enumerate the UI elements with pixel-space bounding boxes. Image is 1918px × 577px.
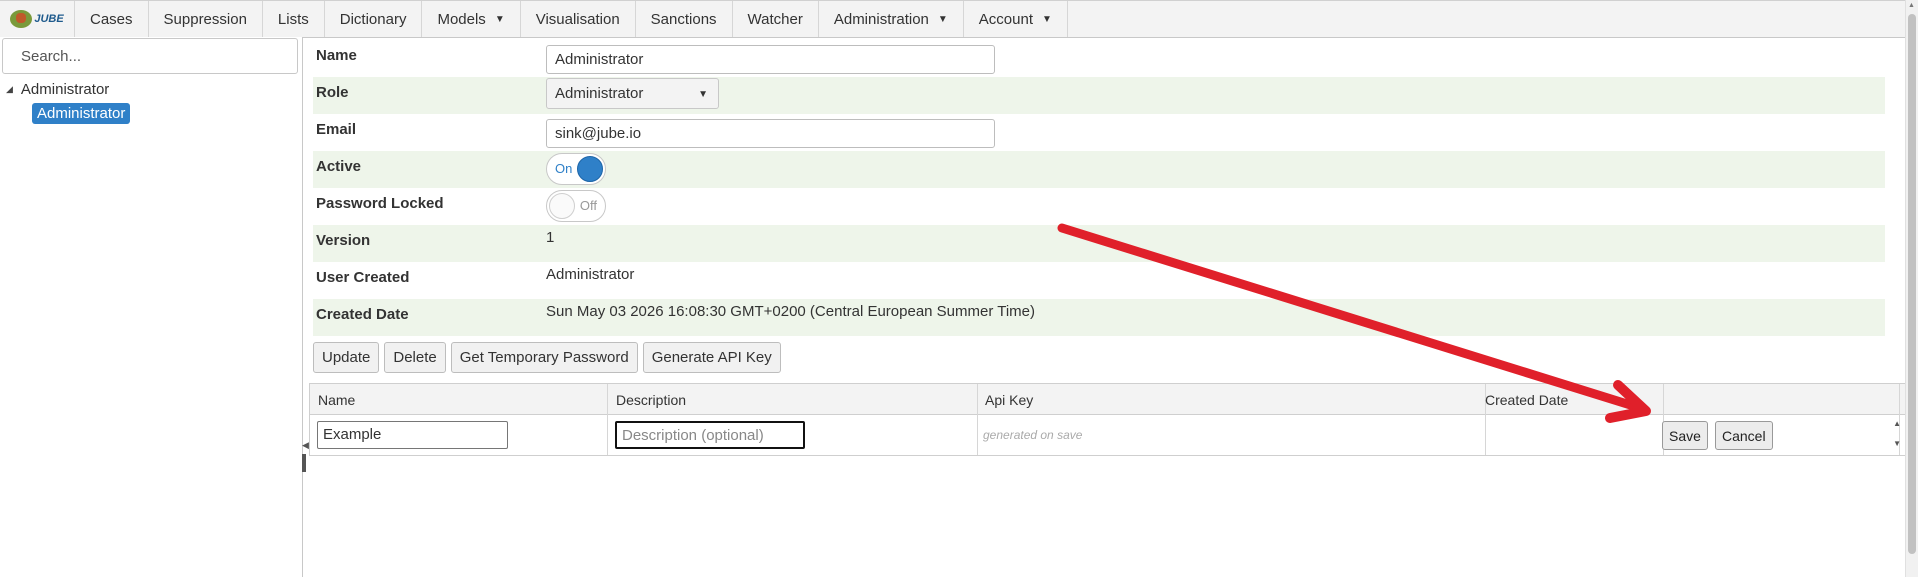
tree-node-parent[interactable]: ◢ Administrator [6,81,109,98]
menu-label: Dictionary [339,10,407,28]
form-row-password-locked: Password Locked Off [313,188,1885,225]
role-value: Administrator [555,85,644,102]
menu-label: Account [978,10,1033,28]
menu-cases[interactable]: Cases [75,1,149,37]
menu-label: Cases [90,10,133,28]
grid-header-name[interactable]: Name [318,392,355,408]
toggle-knob [577,156,603,182]
api-key-grid: Name Description Api Key Created Date Ex… [309,383,1906,456]
delete-button[interactable]: Delete [384,342,446,373]
menu-label: Sanctions [650,10,717,28]
email-label: Email [316,121,357,138]
name-label: Name [316,47,357,64]
page-scrollbar[interactable]: ▲ [1905,0,1918,577]
grid-header-description[interactable]: Description [616,392,686,408]
version-label: Version [316,232,371,249]
user-form: Name Administrator Role Administrator ▼ … [313,40,1885,336]
logo-text: JUBE [34,13,64,25]
left-panel: ◢ Administrator Administrator [0,37,303,577]
menu-account[interactable]: Account ▼ [964,1,1068,37]
menu-models[interactable]: Models ▼ [422,1,521,37]
collapse-arrow-icon[interactable]: ◀ [302,440,309,451]
cancel-button[interactable]: Cancel [1715,421,1773,450]
form-row-name: Name Administrator [313,40,1885,77]
menu-watcher[interactable]: Watcher [733,1,819,37]
caret-down-icon: ▼ [494,13,505,25]
new-key-name-input[interactable]: Example [317,421,508,449]
update-button[interactable]: Update [313,342,380,373]
name-field[interactable]: Administrator [546,45,995,74]
expand-triangle-icon[interactable]: ◢ [6,84,13,95]
created-date-value: Sun May 03 2026 16:08:30 GMT+0200 (Centr… [546,303,1036,320]
form-row-user-created: User Created Administrator [313,262,1885,299]
user-created-value: Administrator [546,266,635,283]
save-button[interactable]: Save [1662,421,1708,450]
description-placeholder: Description (optional) [622,427,764,444]
generate-api-key-button[interactable]: Generate API Key [642,342,781,373]
jube-logo-icon [10,10,33,28]
grid-scroll-down-icon[interactable]: ▼ [1893,439,1901,448]
password-locked-label: Password Locked [316,195,444,212]
menu-lists[interactable]: Lists [263,1,325,37]
menu-sanctions[interactable]: Sanctions [636,1,733,37]
password-locked-toggle-state: Off [579,198,597,213]
form-row-created-date: Created Date Sun May 03 2026 16:08:30 GM… [313,299,1885,336]
form-row-version: Version 1 [313,225,1885,262]
tree-node-selected[interactable]: Administrator [32,103,131,124]
form-row-active: Active On [313,151,1885,188]
caret-down-icon: ▼ [937,13,948,25]
action-buttons: Update Delete Get Temporary Password Gen… [313,342,781,373]
splitter-handle[interactable] [302,454,306,472]
version-value: 1 [546,229,555,246]
grid-scroll-up-icon[interactable]: ▲ [1893,419,1901,428]
scroll-up-icon[interactable]: ▲ [1908,2,1915,9]
role-select[interactable]: Administrator ▼ [546,78,719,109]
menu-label: Administration [833,10,929,28]
api-key-hint: generated on save [983,428,1083,442]
toggle-knob [549,193,575,219]
menu-label: Models [437,10,486,28]
menu-visualisation[interactable]: Visualisation [521,1,636,37]
menu-administration[interactable]: Administration ▼ [819,1,964,37]
menu-label: Watcher [747,10,803,28]
password-locked-toggle[interactable]: Off [546,190,606,222]
active-toggle-state: On [555,161,573,176]
created-date-label: Created Date [316,306,409,323]
menu-dictionary[interactable]: Dictionary [325,1,423,37]
menu-label: Suppression [163,10,247,28]
caret-down-icon: ▼ [1042,13,1052,25]
top-menu-bar: JUBE Cases Suppression Lists Dictionary … [0,0,1906,38]
form-row-email: Email sink@jube.io [313,114,1885,151]
menu-label: Visualisation [535,10,620,28]
grid-col-api-key [978,384,1486,455]
form-row-role: Role Administrator ▼ [313,77,1885,114]
grid-header-created-date[interactable]: Created Date [1485,392,1568,408]
menu-suppression[interactable]: Suppression [149,1,263,37]
tree-parent-label: Administrator [20,81,110,98]
caret-down-icon: ▼ [698,89,708,100]
active-label: Active [316,158,362,175]
email-field[interactable]: sink@jube.io [546,119,995,148]
jube-logo[interactable]: JUBE [0,1,75,37]
active-toggle[interactable]: On [546,153,606,185]
search-input[interactable] [2,38,298,74]
user-created-label: User Created [316,269,410,286]
new-key-description-input[interactable]: Description (optional) [615,421,805,449]
grid-header-api-key[interactable]: Api Key [985,392,1033,408]
role-label: Role [316,84,349,101]
menu-label: Lists [277,10,309,28]
scrollbar-thumb[interactable] [1908,14,1916,554]
get-temporary-password-button[interactable]: Get Temporary Password [450,342,638,373]
